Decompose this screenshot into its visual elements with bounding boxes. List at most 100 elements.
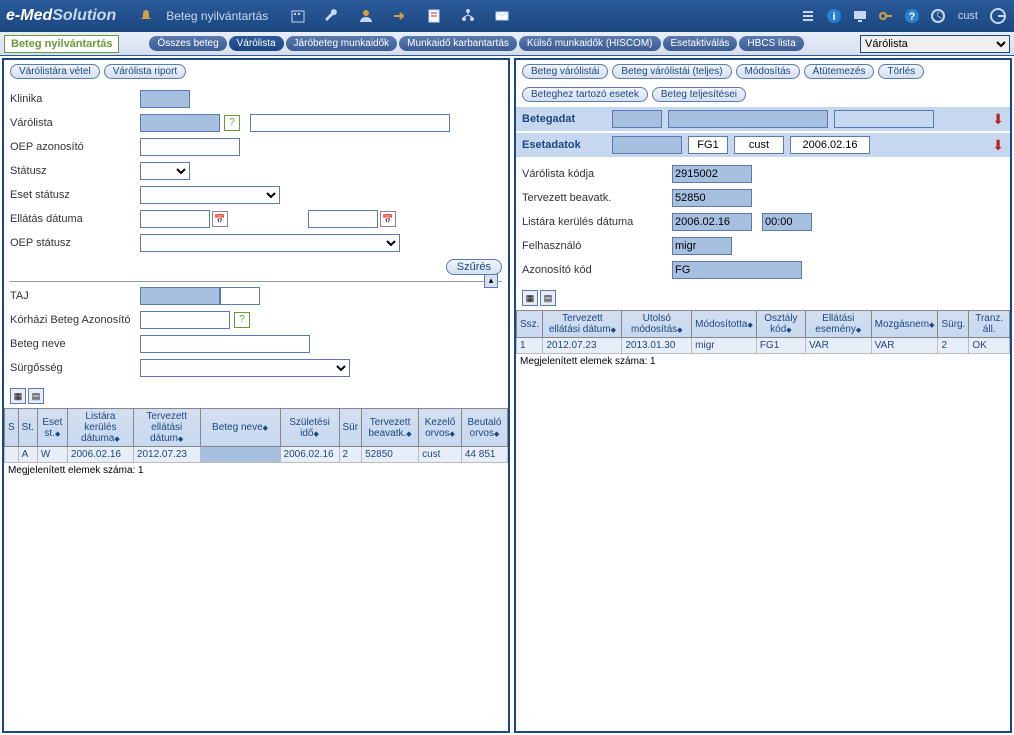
ellatas-date-to-input[interactable] <box>308 210 378 228</box>
varolista-kodja-input[interactable] <box>672 165 752 183</box>
col-osztaly[interactable]: Osztály kód◆ <box>756 311 805 338</box>
atutemezes-button[interactable]: Átütemezés <box>804 64 875 79</box>
tab-varolista[interactable]: Várólista <box>229 36 284 51</box>
logout-icon[interactable] <box>988 6 1008 26</box>
col-modositotta[interactable]: Módosította◆ <box>692 311 757 338</box>
card-icon[interactable]: ▤ <box>28 388 44 404</box>
varolista-help-button[interactable]: ? <box>224 115 240 131</box>
betegadat-expand-icon[interactable]: ⬇ <box>992 111 1004 128</box>
col-st[interactable]: St. <box>18 409 37 447</box>
azonosito-kod-input[interactable] <box>672 261 802 279</box>
col-tervezett[interactable]: Tervezett ellátási dátum◆ <box>133 409 200 447</box>
taj-label: TAJ <box>10 290 140 302</box>
info-icon[interactable]: i <box>824 6 844 26</box>
list-icon[interactable] <box>798 6 818 26</box>
right-actions-row1: Beteg várólistái Beteg várólistái (telje… <box>516 60 1010 83</box>
taj-suffix-input[interactable] <box>220 287 260 305</box>
collapse-icon[interactable]: ▴ <box>484 274 498 288</box>
header-toolbar <box>288 6 512 26</box>
tab-jarobeteg[interactable]: Járóbeteg munkaidők <box>286 36 398 51</box>
col-kezelo[interactable]: Kezelő orvos◆ <box>419 409 462 447</box>
klinika-input[interactable] <box>140 90 190 108</box>
szures-button[interactable]: Szűrés <box>446 259 502 275</box>
beteg-esetek-button[interactable]: Beteghez tartozó esetek <box>522 87 648 102</box>
oep-azon-input[interactable] <box>140 138 240 156</box>
korhazi-help-button[interactable]: ? <box>234 312 250 328</box>
beteg-varolistai-teljes-button[interactable]: Beteg várólistái (teljes) <box>612 64 731 79</box>
view-select[interactable]: Várólista <box>860 35 1010 53</box>
left-panel: Várólistára vétel Várólista riport Klini… <box>2 58 510 733</box>
wrench-icon[interactable] <box>322 6 342 26</box>
varolistara-vetel-button[interactable]: Várólistára vétel <box>10 64 100 79</box>
felhasznalo-input[interactable] <box>672 237 732 255</box>
col-s[interactable]: S <box>5 409 19 447</box>
col-tranz[interactable]: Tranz. áll. <box>969 311 1010 338</box>
table-row[interactable]: A W 2006.02.16 2012.07.23 2006.02.16 2 5… <box>5 447 508 463</box>
tab-hbcs-lista[interactable]: HBCS lista <box>739 36 803 51</box>
transfer-icon[interactable] <box>390 6 410 26</box>
beteg-teljesitesei-button[interactable]: Beteg teljesítései <box>652 87 746 102</box>
main-area: Várólistára vétel Várólista riport Klini… <box>0 56 1014 735</box>
torles-button[interactable]: Törlés <box>878 64 924 79</box>
cell: A <box>18 447 37 463</box>
document-icon[interactable] <box>424 6 444 26</box>
clock-icon[interactable] <box>928 6 948 26</box>
user-icon[interactable] <box>356 6 376 26</box>
header-right: i ? cust <box>798 6 1008 26</box>
betegadat-label: Betegadat <box>522 113 612 125</box>
betegadat-box3 <box>834 110 934 128</box>
col-eset-st[interactable]: Eset st.◆ <box>37 409 67 447</box>
monitor-icon[interactable] <box>850 6 870 26</box>
col-beteg-neve[interactable]: Beteg neve◆ <box>200 409 280 447</box>
tab-esetaktivalas[interactable]: Esetaktiválás <box>663 36 738 51</box>
cal-from-icon[interactable]: 📅 <box>212 211 228 227</box>
col-szuletesi[interactable]: Születési idő◆ <box>280 409 339 447</box>
statusz-select[interactable] <box>140 162 190 180</box>
col-terv-beavatk[interactable]: Tervezett beavatk.◆ <box>362 409 419 447</box>
key-icon[interactable] <box>876 6 896 26</box>
col-surg[interactable]: Sürg. <box>938 311 969 338</box>
col-beutalo[interactable]: Beutaló orvos◆ <box>461 409 507 447</box>
hierarchy-icon[interactable] <box>458 6 478 26</box>
listara-time-input[interactable] <box>762 213 812 231</box>
bell-icon[interactable] <box>136 6 156 26</box>
col-mozgasnem[interactable]: Mozgásnem◆ <box>871 311 938 338</box>
col-listara[interactable]: Listára kerülés dátuma◆ <box>67 409 133 447</box>
varolista-desc-input[interactable] <box>250 114 450 132</box>
card-icon[interactable]: ▤ <box>540 290 556 306</box>
col-ssz[interactable]: Ssz. <box>517 311 543 338</box>
col-terv-ell[interactable]: Tervezett ellátási dátum◆ <box>543 311 622 338</box>
varolista-kodja-label: Várólista kódja <box>522 168 672 180</box>
listara-date-input[interactable] <box>672 213 752 231</box>
col-ellatasi-esemeny[interactable]: Ellátási esemény◆ <box>805 311 871 338</box>
mail-icon[interactable] <box>492 6 512 26</box>
tab-munkaido-karb[interactable]: Munkaidő karbantartás <box>399 36 517 51</box>
oep-statusz-select[interactable] <box>140 234 400 252</box>
grid-icon[interactable]: ▦ <box>522 290 538 306</box>
cal-to-icon[interactable]: 📅 <box>380 211 396 227</box>
help-icon[interactable]: ? <box>902 6 922 26</box>
building-icon[interactable] <box>288 6 308 26</box>
table-row[interactable]: 1 2012.07.23 2013.01.30 migr FG1 VAR VAR… <box>517 338 1010 354</box>
varolista-input[interactable] <box>140 114 220 132</box>
korhazi-input[interactable] <box>140 311 230 329</box>
right-table: Ssz. Tervezett ellátási dátum◆ Utolsó mó… <box>516 310 1010 354</box>
esetadatok-expand-icon[interactable]: ⬇ <box>992 137 1004 154</box>
terv-beavatk-input[interactable] <box>672 189 752 207</box>
ellatas-date-from-input[interactable] <box>140 210 210 228</box>
beteg-varolistai-button[interactable]: Beteg várólistái <box>522 64 608 79</box>
varolista-riport-button[interactable]: Várólista riport <box>104 64 186 79</box>
beteg-neve-input[interactable] <box>140 335 310 353</box>
modositas-button[interactable]: Módosítás <box>736 64 800 79</box>
svg-text:?: ? <box>908 11 915 23</box>
tab-kulso-munkaidok[interactable]: Külső munkaidők (HISCOM) <box>519 36 661 51</box>
grid-icon[interactable]: ▦ <box>10 388 26 404</box>
surgosseg-select[interactable] <box>140 359 350 377</box>
col-sur[interactable]: Sür <box>339 409 362 447</box>
col-utolso-mod[interactable]: Utolsó módosítás◆ <box>622 311 692 338</box>
taj-input[interactable] <box>140 287 220 305</box>
cell: 52850 <box>362 447 419 463</box>
cell: 2012.07.23 <box>543 338 622 354</box>
eset-statusz-select[interactable] <box>140 186 280 204</box>
tab-osszes-beteg[interactable]: Összes beteg <box>149 36 226 51</box>
